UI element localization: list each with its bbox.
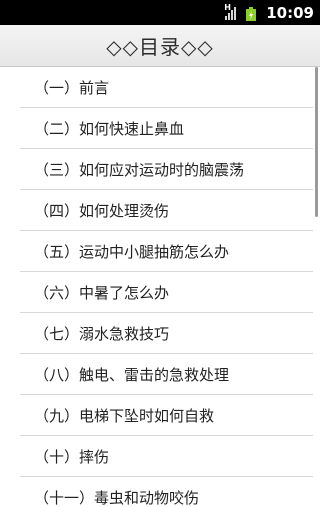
list-item[interactable]: （八）触电、雷击的急救处理 <box>0 354 320 395</box>
list-item-label: （六）中暑了怎么办 <box>34 284 170 302</box>
table-of-contents-list[interactable]: （一）前言 （二）如何快速止鼻血 （三）如何应对运动时的脑震荡 （四）如何处理烫… <box>0 67 320 507</box>
list-item-label: （十一）毒虫和动物咬伤 <box>34 489 200 507</box>
list-item[interactable]: （十一）毒虫和动物咬伤 <box>0 477 320 507</box>
list-item[interactable]: （四）如何处理烫伤 <box>0 190 320 231</box>
list-item-label: （一）前言 <box>34 79 110 97</box>
status-icons: H 10:09 <box>224 0 314 25</box>
list-item[interactable]: （二）如何快速止鼻血 <box>0 108 320 149</box>
status-clock: 10:09 <box>266 3 314 22</box>
list-item[interactable]: （七）溺水急救技巧 <box>0 313 320 354</box>
page-title: ◇◇目录◇◇ <box>106 35 214 59</box>
list-item[interactable]: （十）摔伤 <box>0 436 320 477</box>
scrollbar[interactable] <box>315 67 318 217</box>
list-item-label: （九）电梯下坠时如何自救 <box>34 407 215 425</box>
signal-strength-icon: H <box>224 2 237 20</box>
network-type-label: H <box>224 2 231 12</box>
list-item-label: （七）溺水急救技巧 <box>34 325 170 343</box>
list-item[interactable]: （三）如何应对运动时的脑震荡 <box>0 149 320 190</box>
list-item-label: （八）触电、雷击的急救处理 <box>34 366 230 384</box>
list-item-label: （五）运动中小腿抽筋怎么办 <box>34 243 230 261</box>
list-item-label: （十）摔伤 <box>34 448 110 466</box>
list-item[interactable]: （九）电梯下坠时如何自救 <box>0 395 320 436</box>
list-item[interactable]: （五）运动中小腿抽筋怎么办 <box>0 231 320 272</box>
list-item-label: （三）如何应对运动时的脑震荡 <box>34 161 245 179</box>
list-item[interactable]: （六）中暑了怎么办 <box>0 272 320 313</box>
list-item[interactable]: （一）前言 <box>0 67 320 108</box>
list-item-label: （二）如何快速止鼻血 <box>34 120 185 138</box>
status-bar: H 10:09 <box>0 0 320 25</box>
title-bar: ◇◇目录◇◇ <box>0 25 320 67</box>
battery-charging-icon <box>244 6 258 21</box>
list-item-label: （四）如何处理烫伤 <box>34 202 170 220</box>
